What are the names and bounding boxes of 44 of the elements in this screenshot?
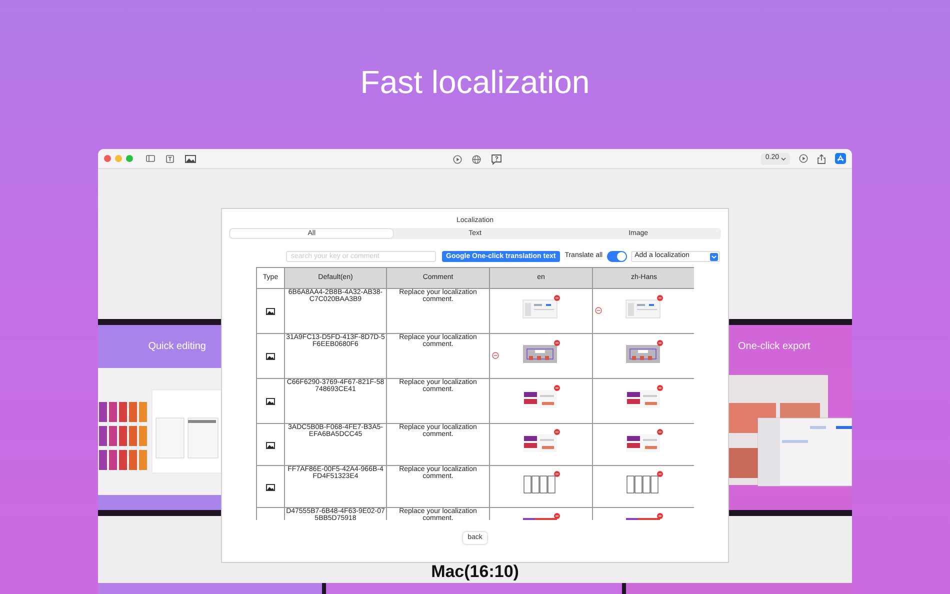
thumbnail-drawing bbox=[625, 387, 661, 409]
delete-badge-icon[interactable] bbox=[554, 470, 560, 476]
globe-icon[interactable] bbox=[472, 155, 481, 164]
delete-badge-icon[interactable] bbox=[554, 295, 560, 301]
card-title: Quick editing bbox=[148, 340, 206, 354]
chevron-down-icon bbox=[781, 156, 786, 160]
image-icon bbox=[266, 308, 275, 315]
thumbnail-drawing bbox=[522, 472, 558, 494]
image-icon[interactable] bbox=[185, 154, 196, 162]
remove-icon[interactable] bbox=[492, 352, 499, 359]
play-circle-icon[interactable] bbox=[799, 154, 808, 163]
thumbnail-drawing bbox=[522, 387, 558, 409]
delete-badge-icon[interactable] bbox=[657, 428, 663, 434]
chevron-down-icon bbox=[710, 252, 718, 260]
text-box-icon[interactable] bbox=[166, 154, 174, 162]
delete-badge-icon[interactable] bbox=[554, 512, 560, 518]
delete-badge-icon[interactable] bbox=[554, 340, 560, 346]
sidebar-icon[interactable] bbox=[146, 155, 155, 162]
caption: Mac(16:10) bbox=[431, 562, 519, 582]
play-circle-icon[interactable] bbox=[453, 155, 462, 164]
thumbnail-drawing bbox=[625, 472, 661, 494]
image-icon bbox=[266, 484, 275, 490]
image-icon bbox=[266, 398, 275, 405]
translate-all-toggle[interactable] bbox=[606, 251, 627, 262]
image-icon bbox=[266, 442, 275, 448]
delete-badge-icon[interactable] bbox=[657, 295, 663, 301]
share-icon[interactable] bbox=[817, 154, 826, 164]
headline: Fast localization bbox=[360, 63, 590, 102]
thumbnail-drawing bbox=[522, 342, 558, 364]
thumbnail-drawing bbox=[625, 342, 661, 364]
remove-icon[interactable] bbox=[595, 307, 602, 314]
thumbnail-drawing bbox=[522, 297, 558, 319]
delete-badge-icon[interactable] bbox=[554, 428, 560, 434]
delete-badge-icon[interactable] bbox=[554, 385, 560, 391]
delete-badge-icon[interactable] bbox=[657, 512, 663, 518]
delete-badge-icon[interactable] bbox=[657, 470, 663, 476]
card-title: One-click export bbox=[738, 340, 810, 354]
help-bubble-icon[interactable] bbox=[491, 154, 502, 165]
close-icon[interactable] bbox=[104, 155, 111, 162]
delete-badge-icon[interactable] bbox=[657, 340, 663, 346]
thumbnail-drawing bbox=[625, 297, 661, 319]
app-store-icon[interactable] bbox=[835, 153, 846, 164]
image-icon bbox=[266, 353, 275, 360]
delete-badge-icon[interactable] bbox=[657, 385, 663, 391]
